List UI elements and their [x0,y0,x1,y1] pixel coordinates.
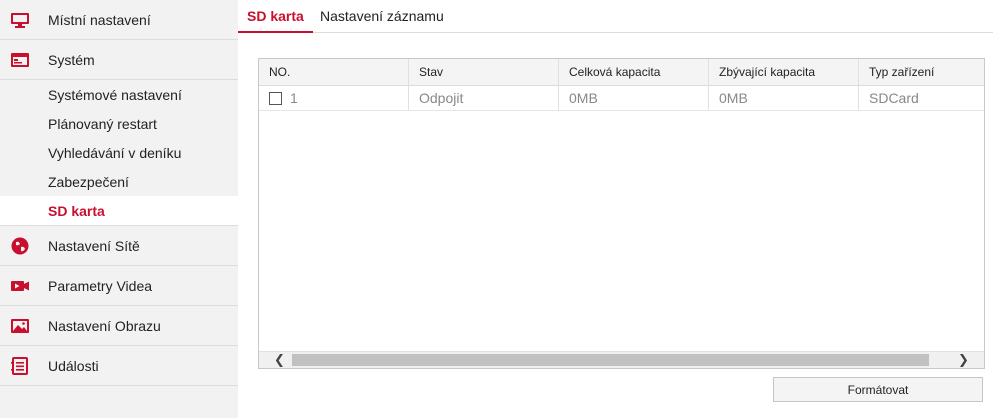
sidebar-item-label: Parametry Videa [48,277,153,294]
sidebar-item-label: Místní nastavení [48,11,151,28]
sidebar-item-label: Nastavení Sítě [48,237,140,254]
scroll-right-icon[interactable]: ❯ [955,352,972,368]
globe-icon [11,237,29,255]
sidebar-subitem-security[interactable]: Zabezpečení [0,167,238,196]
cell-status: Odpojit [409,86,559,110]
system-submenu: Systémové nastavení Plánovaný restart Vy… [0,80,238,226]
sidebar-subitem-system-settings[interactable]: Systémové nastavení [0,80,238,109]
sd-card-table: NO. Stav Celková kapacita Zbývající kapa… [258,58,985,369]
system-icon [11,53,29,67]
tab-sd-card[interactable]: SD karta [238,0,313,33]
sidebar-item-video[interactable]: Parametry Videa [0,266,238,306]
cell-no: 1 [259,86,409,110]
table-header: NO. Stav Celková kapacita Zbývající kapa… [259,59,984,86]
sidebar-item-local-settings[interactable]: Místní nastavení [0,0,238,40]
cell-free-capacity: 0MB [709,86,859,110]
column-header-device-type: Typ zařízení [869,65,935,79]
sidebar-subitem-scheduled-restart[interactable]: Plánovaný restart [0,109,238,138]
sidebar-item-system[interactable]: Systém [0,40,238,80]
row-checkbox[interactable] [269,91,282,105]
sidebar: Místní nastavení Systém Systémové nastav… [0,0,238,418]
cell-device-type: SDCard [869,90,919,106]
sidebar-item-image[interactable]: Nastavení Obrazu [0,306,238,346]
sidebar-subitem-log-search[interactable]: Vyhledávání v deníku [0,138,238,167]
monitor-icon [11,13,29,28]
image-icon [11,319,29,333]
column-header-free-capacity: Zbývající kapacita [709,59,859,85]
sidebar-item-network[interactable]: Nastavení Sítě [0,226,238,266]
tab-record-settings[interactable]: Nastavení záznamu [316,0,448,33]
events-icon [11,357,28,375]
column-header-status: Stav [409,59,559,85]
column-header-no: NO. [259,59,409,85]
tab-bar: SD karta Nastavení záznamu [238,0,993,33]
scrollbar-thumb[interactable] [292,354,929,366]
sidebar-item-events[interactable]: Události [0,346,238,386]
scroll-left-icon[interactable]: ❮ [271,352,288,368]
column-header-total-capacity: Celková kapacita [559,59,709,85]
row-number: 1 [290,90,298,106]
sidebar-item-label: Nastavení Obrazu [48,317,161,334]
video-icon [11,281,29,291]
main-content: SD karta Nastavení záznamu NO. Stav Celk… [238,0,993,418]
cell-total-capacity: 0MB [559,86,709,110]
format-button[interactable]: Formátovat [773,377,983,402]
sidebar-subitem-sd-card[interactable]: SD karta [0,196,238,225]
sidebar-item-label: Systém [48,51,95,68]
table-row[interactable]: 1 Odpojit 0MB 0MB SDCard [259,86,984,111]
sidebar-item-label: Události [48,357,99,374]
horizontal-scrollbar[interactable]: ❮ ❯ [259,351,984,368]
